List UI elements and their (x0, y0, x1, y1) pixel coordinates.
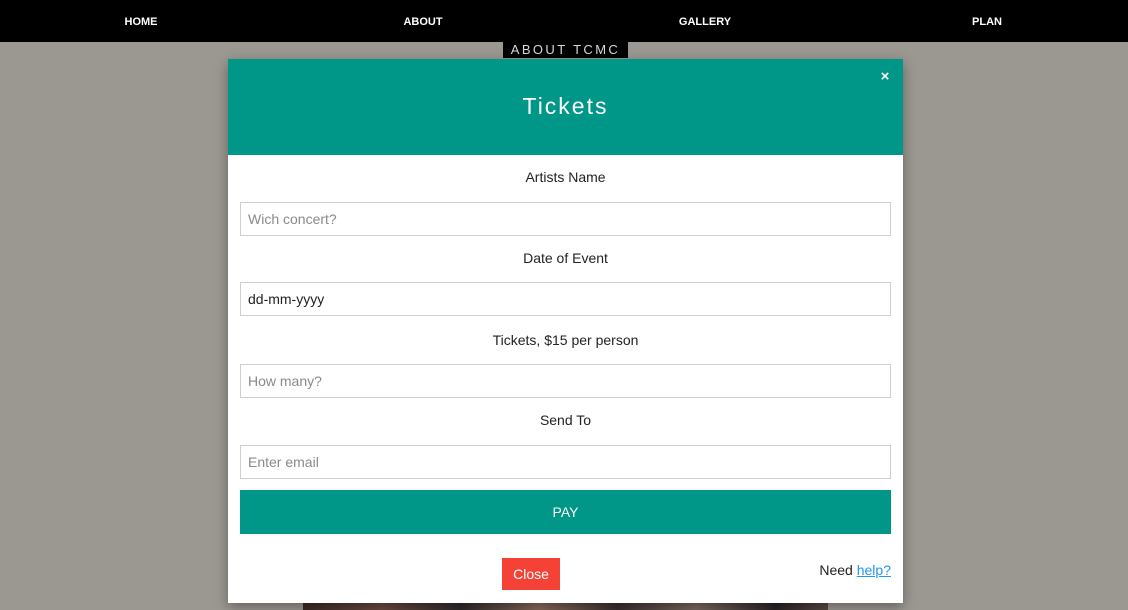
event-date-input[interactable] (240, 282, 891, 316)
close-button[interactable]: Close (502, 558, 560, 590)
event-date-label: Date of Event (523, 250, 608, 266)
pay-button[interactable]: PAY (240, 490, 891, 534)
tickets-label: Tickets, $15 per person (492, 332, 639, 348)
need-help-text: Need help? (819, 562, 891, 578)
help-link[interactable]: help? (857, 562, 891, 578)
artist-name-label: Artists Name (525, 169, 606, 185)
artist-name-input[interactable] (240, 202, 891, 236)
tickets-modal: Tickets × Artists Name Date of Event Tic… (228, 59, 903, 603)
need-help-prefix: Need (819, 562, 857, 578)
nav-gallery[interactable]: GALLERY (564, 15, 846, 28)
close-icon[interactable]: × (878, 69, 892, 85)
nav-about[interactable]: ABOUT (282, 15, 564, 28)
tickets-quantity-input[interactable] (240, 364, 891, 398)
nav-plan[interactable]: PLAN (846, 15, 1128, 28)
send-to-label: Send To (539, 412, 592, 428)
top-navbar: HOME ABOUT GALLERY PLAN (0, 0, 1128, 42)
email-input[interactable] (240, 445, 891, 479)
modal-header: Tickets × (228, 59, 903, 155)
nav-home[interactable]: HOME (0, 15, 282, 28)
modal-title: Tickets (522, 93, 609, 119)
